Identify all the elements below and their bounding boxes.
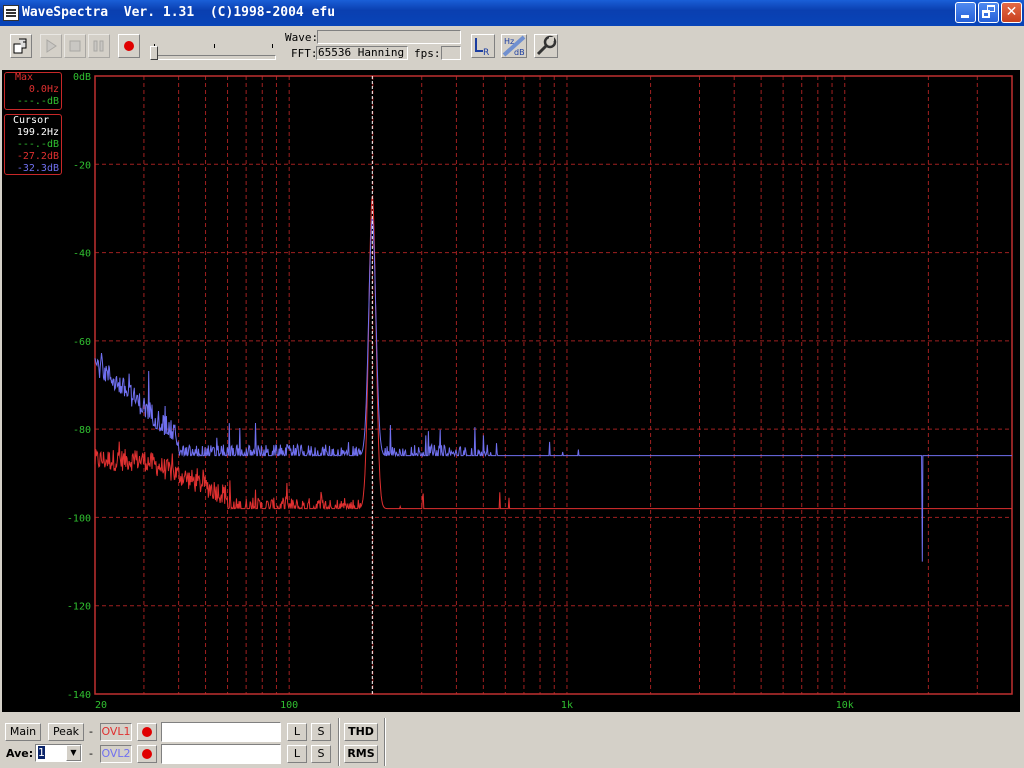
svg-text:dB: dB bbox=[514, 48, 525, 57]
close-button[interactable]: ✕ bbox=[1001, 2, 1022, 23]
dash-1: - bbox=[89, 725, 93, 738]
right-s-button[interactable]: S bbox=[311, 745, 331, 763]
left-level-meter bbox=[161, 722, 281, 742]
chevron-down-icon[interactable]: ▼ bbox=[66, 745, 81, 761]
spectrum-plot[interactable]: 0dB -20 -40 -60 -80 -100 -120 -140 20 100 1k 10k bbox=[2, 70, 1020, 712]
plot-border bbox=[94, 75, 1013, 695]
ovl1-indicator: OVL1 bbox=[100, 723, 132, 741]
cursor-title: Cursor bbox=[13, 115, 50, 126]
y-tick-label: -40 bbox=[73, 249, 91, 260]
rms-button[interactable]: RMS bbox=[344, 745, 378, 763]
channel-lr-button[interactable]: R bbox=[471, 34, 495, 58]
cursor-db: ---.-dB bbox=[16, 139, 59, 150]
wave-field bbox=[317, 30, 461, 44]
left-s-button[interactable]: S bbox=[311, 723, 331, 741]
minimize-icon bbox=[961, 15, 969, 18]
fft-label: FFT: bbox=[291, 47, 318, 60]
max-freq: 0.0Hz bbox=[28, 84, 59, 95]
open-file-button[interactable] bbox=[10, 34, 32, 58]
y-tick-label: -20 bbox=[73, 160, 91, 171]
pause-icon bbox=[93, 40, 104, 52]
right-channel-series bbox=[94, 217, 1012, 562]
record-right-button[interactable] bbox=[137, 745, 157, 763]
pause-button[interactable] bbox=[88, 34, 110, 58]
restore-button[interactable] bbox=[978, 2, 999, 23]
cursor-freq: 199.2Hz bbox=[16, 127, 59, 138]
left-channel-series bbox=[94, 196, 1012, 511]
right-l-button[interactable]: L bbox=[287, 745, 307, 763]
stop-icon bbox=[69, 40, 81, 52]
y-tick-label: -80 bbox=[73, 425, 91, 436]
play-icon bbox=[46, 39, 57, 53]
y-tick-label: -100 bbox=[67, 513, 91, 524]
record-icon bbox=[142, 727, 152, 737]
record-left-button[interactable] bbox=[137, 723, 157, 741]
cursor-left-db: -27.2dB bbox=[16, 151, 59, 162]
spectrum-panel[interactable]: 0dB -20 -40 -60 -80 -100 -120 -140 20 100 1k 10k bbox=[2, 70, 1020, 712]
title-bar[interactable]: WaveSpectra Ver. 1.31 (C)1998-2004 efu ✕ bbox=[0, 0, 1024, 26]
fft-setting[interactable]: 65536 Hanning bbox=[316, 46, 408, 60]
minimize-button[interactable] bbox=[955, 2, 976, 23]
y-top-label: 0dB bbox=[73, 72, 91, 83]
wave-label: Wave: bbox=[285, 31, 319, 44]
right-level-meter bbox=[161, 744, 281, 764]
close-icon: ✕ bbox=[1005, 4, 1018, 20]
average-value: 1 bbox=[38, 746, 45, 759]
x-tick-label: 1k bbox=[561, 700, 573, 711]
wrench-icon bbox=[536, 35, 557, 56]
x-tick-label: 10k bbox=[836, 700, 854, 711]
dash-2: - bbox=[89, 747, 93, 760]
settings-button[interactable] bbox=[534, 34, 558, 58]
fps-label: fps: bbox=[414, 47, 441, 60]
record-icon bbox=[142, 749, 152, 759]
ave-label: Ave: bbox=[6, 747, 34, 760]
ovl2-indicator: OVL2 bbox=[100, 745, 132, 763]
record-button[interactable] bbox=[118, 34, 140, 58]
y-tick-label: -120 bbox=[67, 602, 91, 613]
cursor-right-db: -32.3dB bbox=[16, 163, 59, 174]
thd-button[interactable]: THD bbox=[344, 723, 378, 741]
left-l-button[interactable]: L bbox=[287, 723, 307, 741]
x-tick-label: 100 bbox=[280, 700, 298, 711]
peak-button[interactable]: Peak bbox=[48, 723, 84, 741]
play-button[interactable] bbox=[40, 34, 62, 58]
window-title: WaveSpectra Ver. 1.31 (C)1998-2004 efu bbox=[22, 5, 336, 20]
y-tick-label: -140 bbox=[67, 690, 91, 701]
fps-value bbox=[441, 46, 461, 60]
slider-thumb[interactable] bbox=[150, 46, 158, 60]
main-button[interactable]: Main bbox=[5, 723, 41, 741]
record-icon bbox=[124, 41, 134, 51]
open-file-icon bbox=[13, 38, 27, 54]
max-title: Max bbox=[15, 72, 34, 83]
max-db: ---.-dB bbox=[16, 96, 59, 107]
scale-hz-db-button[interactable]: Hz dB bbox=[501, 34, 527, 58]
position-slider[interactable] bbox=[150, 42, 276, 62]
svg-text:R: R bbox=[483, 48, 489, 57]
cursor-info-box: Cursor 199.2Hz ---.-dB -27.2dB -32.3dB bbox=[4, 114, 62, 175]
lr-channel-icon: R bbox=[475, 38, 489, 58]
average-select[interactable]: 1 ▼ bbox=[35, 744, 82, 762]
app-icon[interactable] bbox=[3, 5, 19, 21]
x-tick-label: 20 bbox=[95, 700, 107, 711]
svg-text:Hz: Hz bbox=[504, 37, 514, 46]
stop-button[interactable] bbox=[64, 34, 86, 58]
hz-db-icon: HzdB bbox=[502, 35, 526, 57]
y-tick-label: -60 bbox=[73, 337, 91, 348]
max-info-box: Max 0.0Hz ---.-dB bbox=[4, 72, 62, 110]
